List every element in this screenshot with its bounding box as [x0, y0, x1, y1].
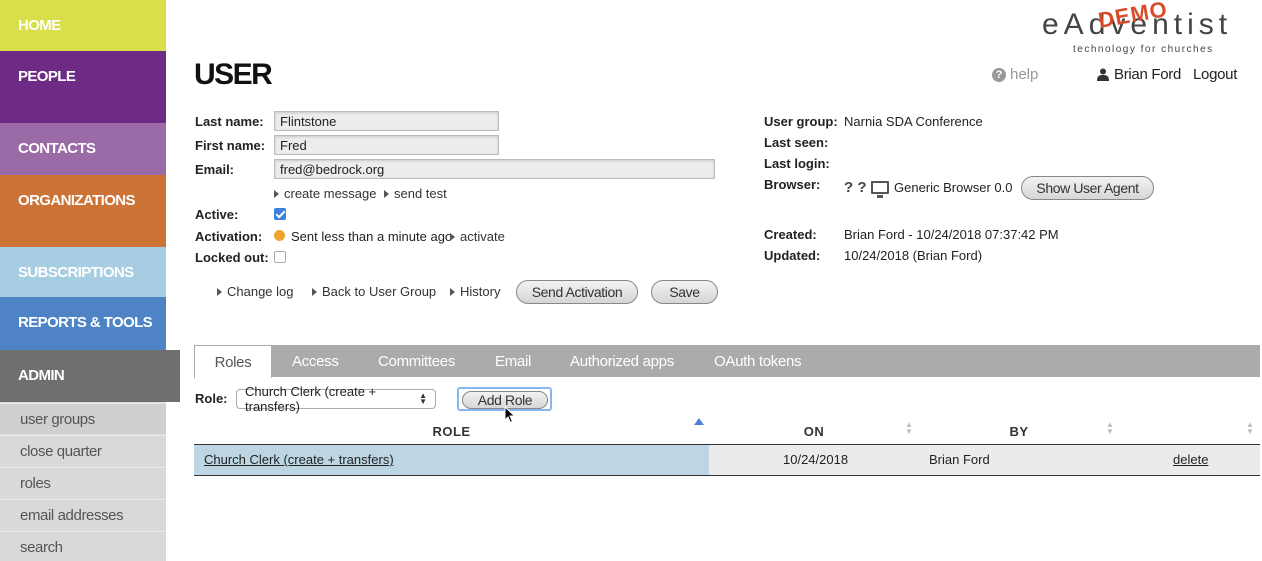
locked-out-checkbox[interactable]	[274, 251, 286, 263]
nav-organizations-label: ORGANIZATIONS	[18, 192, 136, 209]
help-label: help	[1010, 66, 1039, 83]
admin-item-roles[interactable]: roles	[0, 467, 166, 498]
updated-value: 10/24/2018 (Brian Ford)	[844, 248, 983, 263]
admin-item-email-addresses[interactable]: email addresses	[0, 499, 166, 530]
send-activation-button[interactable]: Send Activation	[516, 280, 638, 304]
column-header-by[interactable]: BY	[965, 419, 1073, 443]
delete-role-link[interactable]: delete	[1173, 452, 1208, 467]
logo[interactable]: eAdventist DEMO technology for churches	[1042, 0, 1242, 56]
logout-link[interactable]: Logout	[1193, 66, 1237, 83]
admin-item-user-groups[interactable]: user groups	[0, 403, 166, 434]
sort-ascending-icon	[694, 418, 704, 425]
sort-icon: ▲ ▼	[1106, 420, 1114, 436]
nav-contacts[interactable]: CONTACTS	[0, 123, 166, 175]
user-name-label: Brian Ford	[1114, 66, 1182, 83]
nav-admin[interactable]: ADMIN	[0, 350, 180, 402]
activate-link[interactable]: activate	[450, 229, 505, 244]
locked-out-label: Locked out:	[195, 250, 269, 265]
help-link[interactable]: ? help	[992, 66, 1038, 83]
updated-label: Updated:	[764, 248, 821, 263]
nav-admin-label: ADMIN	[18, 367, 65, 384]
activation-status: Sent less than a minute ago	[291, 229, 453, 244]
nav-reports-tools[interactable]: REPORTS & TOOLS	[0, 297, 166, 350]
nav-home-label: HOME	[18, 17, 61, 34]
nav-subscriptions[interactable]: SUBSCRIPTIONS	[0, 247, 166, 297]
role-by-user: Brian Ford	[929, 452, 990, 467]
role-select-value: Church Clerk (create + transfers)	[245, 384, 377, 414]
browser-value: Generic Browser 0.0	[894, 180, 1013, 195]
admin-item-close-quarter[interactable]: close quarter	[0, 435, 166, 466]
role-label: Role:	[195, 391, 228, 406]
created-value: Brian Ford - 10/24/2018 07:37:42 PM	[844, 227, 1059, 242]
user-menu[interactable]: Brian Ford	[1097, 66, 1181, 83]
change-log-link[interactable]: Change log	[217, 284, 294, 299]
column-header-role[interactable]: ROLE	[194, 419, 709, 443]
nav-people[interactable]: PEOPLE	[0, 51, 166, 123]
send-test-label: send test	[394, 186, 447, 201]
history-link[interactable]: History	[450, 284, 500, 299]
role-on-date: 10/24/2018	[783, 452, 849, 467]
show-user-agent-button[interactable]: Show User Agent	[1021, 176, 1154, 200]
create-message-link[interactable]: create message	[274, 186, 377, 201]
first-name-field[interactable]: Fred	[274, 135, 499, 155]
tab-oauth-tokens[interactable]: OAuth tokens	[714, 345, 802, 377]
logo-tagline: technology for churches	[1073, 44, 1214, 55]
user-group-label: User group:	[764, 114, 838, 129]
tab-access[interactable]: Access	[292, 345, 339, 377]
monitor-icon	[870, 181, 889, 198]
create-message-label: create message	[284, 186, 377, 201]
page-title: USER	[194, 58, 273, 91]
history-label: History	[460, 284, 501, 299]
browser-label: Browser:	[764, 177, 821, 192]
select-arrows-icon: ▲ ▼	[419, 391, 427, 406]
role-select[interactable]: Church Clerk (create + transfers) ▲ ▼	[236, 384, 436, 414]
active-label: Active:	[195, 207, 239, 222]
nav-reports-tools-label: REPORTS & TOOLS	[18, 314, 153, 331]
role-link[interactable]: Church Clerk (create + transfers)	[204, 452, 394, 467]
column-header-on[interactable]: ON	[760, 419, 868, 443]
sort-icon: ▲ ▼	[905, 420, 913, 436]
nav-people-label: PEOPLE	[18, 68, 76, 85]
back-to-user-group-link[interactable]: Back to User Group	[312, 284, 436, 299]
active-checkbox[interactable]	[274, 208, 286, 220]
table-bottom-divider	[194, 475, 1260, 476]
save-button[interactable]: Save	[651, 280, 718, 304]
tab-committees[interactable]: Committees	[378, 345, 455, 377]
first-name-label: First name:	[195, 138, 266, 153]
user-group-value: Narnia SDA Conference	[844, 114, 983, 129]
email-field[interactable]: fred@bedrock.org	[274, 159, 715, 179]
sidebar: HOME PEOPLE CONTACTS ORGANIZATIONS SUBSC…	[0, 0, 180, 561]
user-icon	[1097, 68, 1109, 81]
admin-active-indicator	[166, 389, 180, 402]
admin-item-search[interactable]: search	[0, 531, 166, 561]
tab-roles[interactable]: Roles	[194, 345, 272, 378]
last-name-field[interactable]: Flintstone	[274, 111, 499, 131]
activation-label: Activation:	[195, 229, 263, 244]
back-to-user-group-label: Back to User Group	[322, 284, 437, 299]
nav-contacts-label: CONTACTS	[18, 140, 96, 157]
unknown-os-icon: ? ?	[844, 179, 867, 196]
tab-authorized-apps[interactable]: Authorized apps	[570, 345, 674, 377]
change-log-label: Change log	[227, 284, 294, 299]
browser-icons: ? ?	[844, 179, 889, 198]
question-circle-icon: ?	[992, 67, 1006, 82]
sort-icon: ▲ ▼	[1246, 420, 1254, 436]
nav-subscriptions-label: SUBSCRIPTIONS	[18, 264, 134, 281]
email-label: Email:	[195, 162, 235, 177]
last-seen-label: Last seen:	[764, 135, 829, 150]
activate-label: activate	[460, 229, 505, 244]
tab-email[interactable]: Email	[495, 345, 531, 377]
created-label: Created:	[764, 227, 817, 242]
last-login-label: Last login:	[764, 156, 830, 171]
activation-status-dot	[274, 230, 285, 241]
last-name-label: Last name:	[195, 114, 264, 129]
send-test-link[interactable]: send test	[384, 186, 447, 201]
nav-organizations[interactable]: ORGANIZATIONS	[0, 175, 166, 247]
nav-home[interactable]: HOME	[0, 0, 166, 51]
